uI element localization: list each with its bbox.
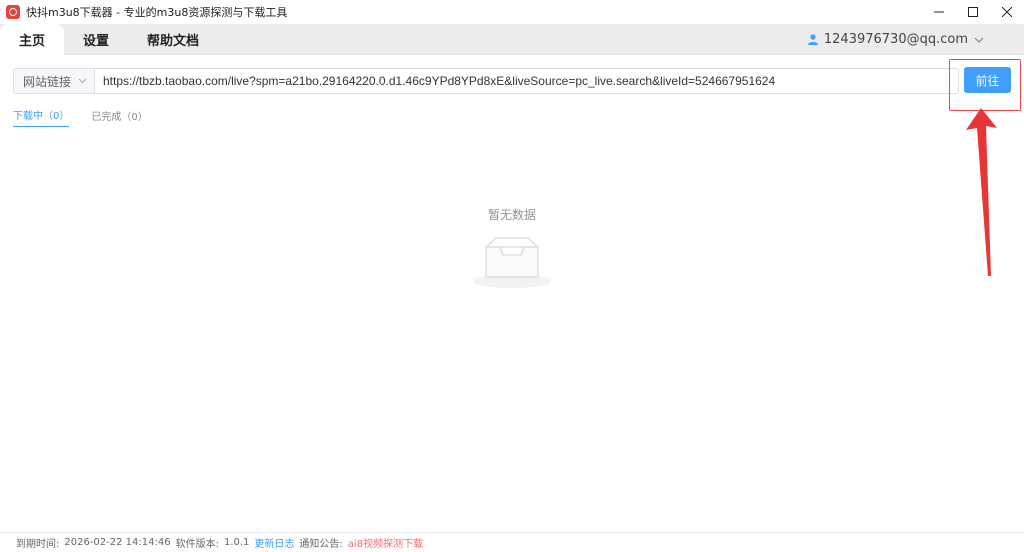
chevron-down-icon bbox=[974, 37, 984, 43]
nav-bar: 主页 设置 帮助文档 1243976730@qq.com bbox=[0, 24, 1024, 55]
tab-help-docs[interactable]: 帮助文档 bbox=[128, 24, 218, 55]
expire-value: 2026-02-22 14:14:46 bbox=[64, 537, 171, 548]
empty-text: 暂无数据 bbox=[487, 208, 536, 222]
minimize-icon[interactable] bbox=[922, 0, 956, 24]
url-row: 网站链接 bbox=[13, 68, 1011, 94]
app-logo-icon bbox=[6, 5, 20, 19]
notice-link[interactable]: ai8视频探测下载 bbox=[348, 535, 423, 550]
user-icon bbox=[807, 34, 818, 45]
maximize-icon[interactable] bbox=[956, 0, 990, 24]
empty-box-icon bbox=[473, 237, 551, 288]
go-button[interactable]: 前往 bbox=[964, 67, 1011, 93]
user-menu[interactable]: 1243976730@qq.com bbox=[807, 24, 984, 55]
nav-tabs: 主页 设置 帮助文档 bbox=[0, 24, 218, 55]
tab-downloading[interactable]: 下载中（0） bbox=[13, 107, 70, 127]
url-input[interactable] bbox=[94, 68, 959, 94]
tab-settings[interactable]: 设置 bbox=[64, 24, 128, 55]
window-controls bbox=[922, 0, 1024, 24]
source-type-value: 网站链接 bbox=[23, 74, 72, 89]
empty-state: 暂无数据 bbox=[460, 206, 564, 289]
version-label: 软件版本: bbox=[175, 539, 219, 550]
download-sub-tabs: 下载中（0） 已完成（0） bbox=[13, 107, 170, 127]
source-type-select[interactable]: 网站链接 bbox=[13, 68, 94, 94]
user-email: 1243976730@qq.com bbox=[823, 32, 968, 47]
changelog-link[interactable]: 更新日志 bbox=[254, 535, 294, 550]
status-footer: 到期时间: 2026-02-22 14:14:46 软件版本: 1.0.1 更新… bbox=[0, 532, 1024, 552]
chevron-down-icon bbox=[78, 78, 87, 84]
window-title: 快抖m3u8下载器 - 专业的m3u8资源探测与下载工具 bbox=[26, 6, 288, 19]
version-value: 1.0.1 bbox=[223, 537, 250, 548]
red-arrow-annotation bbox=[966, 108, 997, 276]
close-icon[interactable] bbox=[990, 0, 1024, 24]
expire-label: 到期时间: bbox=[16, 539, 60, 550]
tab-completed[interactable]: 已完成（0） bbox=[91, 108, 147, 127]
notice-label: 通知公告: bbox=[299, 539, 343, 550]
title-bar: 快抖m3u8下载器 - 专业的m3u8资源探测与下载工具 bbox=[0, 0, 1024, 24]
tab-home[interactable]: 主页 bbox=[0, 24, 65, 55]
